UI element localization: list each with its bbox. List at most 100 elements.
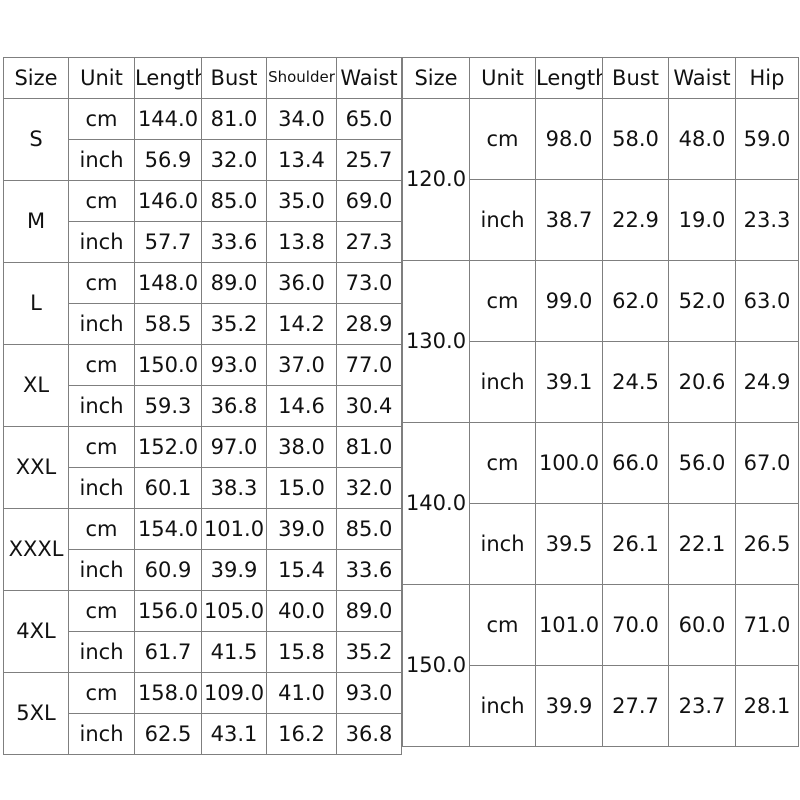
measurement-cell: 62.0 [602, 260, 669, 342]
measurement-cell: 25.7 [336, 139, 402, 181]
column-header-size: Size [3, 57, 69, 99]
measurement-cell: 34.0 [266, 98, 337, 140]
measurement-cell: 33.6 [201, 221, 267, 263]
measurement-cell: 100.0 [535, 422, 603, 504]
measurement-cell: 62.5 [134, 713, 202, 755]
measurement-cell: 39.1 [535, 341, 603, 423]
unit-cell: cm [68, 344, 135, 386]
measurement-cell: 35.2 [336, 631, 402, 673]
table-row: Mcm 146.0 85.0 35.0 69.0 [3, 180, 402, 263]
unit-cell: cm [469, 260, 536, 342]
measurement-cell: 26.5 [735, 503, 799, 585]
unit-cell: inch [469, 503, 536, 585]
unit-cell: cm [469, 98, 536, 180]
measurement-cell: 30.4 [336, 385, 402, 427]
measurement-cell: 20.6 [668, 341, 736, 423]
measurement-cell: 89.0 [201, 262, 267, 304]
measurement-cell: 85.0 [201, 180, 267, 222]
measurement-cell: 14.6 [266, 385, 337, 427]
measurement-cell: 36.0 [266, 262, 337, 304]
table-row: Scm 144.0 81.0 34.0 65.0 [3, 98, 402, 181]
measurement-cell: 33.6 [336, 549, 402, 591]
unit-cell: inch [68, 303, 135, 345]
measurement-cell: 146.0 [134, 180, 202, 222]
measurement-cell: 58.5 [134, 303, 202, 345]
table-row: 4XL cm 156.0 105.0 40.0 89.0 [3, 590, 402, 673]
column-header-length: Length [535, 57, 603, 99]
measurement-cell: 144.0 [134, 98, 202, 140]
column-header-size: Size [402, 57, 470, 99]
table-row: 150.0 cm 101.0 70.0 60.0 71.0 [402, 584, 799, 747]
unit-cell: inch [469, 665, 536, 747]
size-cell: L [3, 262, 69, 345]
bottoms-size-table: Size Unit Length Bust Waist Hip 120.0 cm 9… [402, 57, 799, 747]
measurement-cell: 39.5 [535, 503, 603, 585]
measurement-cell: 41.0 [266, 672, 337, 714]
measurement-cell: 57.7 [134, 221, 202, 263]
measurement-cell: 22.1 [668, 503, 736, 585]
size-cell: S [3, 98, 69, 181]
measurement-cell: 15.4 [266, 549, 337, 591]
measurement-cell: 23.3 [735, 179, 799, 261]
column-header-unit: Unit [469, 57, 536, 99]
bottoms-table-body: 120.0 cm 98.0 58.0 48.0 59.0 inch 38.7 22.9 19.0 2… [402, 98, 799, 747]
measurement-cell: 101.0 [535, 584, 603, 666]
measurement-cell: 158.0 [134, 672, 202, 714]
unit-cell: cm [469, 584, 536, 666]
measurement-cell: 81.0 [336, 426, 402, 468]
size-chart-container: Size Unit Length Bust Shoulder Waist Scm… [3, 57, 799, 755]
measurement-cell: 13.8 [266, 221, 337, 263]
measurement-cell: 154.0 [134, 508, 202, 550]
table-row: 140.0 cm 100.0 66.0 56.0 67.0 [402, 422, 799, 585]
measurement-cell: 60.9 [134, 549, 202, 591]
measurement-cell: 63.0 [735, 260, 799, 342]
measurement-cell: 66.0 [602, 422, 669, 504]
measurement-cell: 70.0 [602, 584, 669, 666]
measurement-cell: 38.0 [266, 426, 337, 468]
unit-cell: cm [68, 180, 135, 222]
measurement-cell: 148.0 [134, 262, 202, 304]
tops-size-table: Size Unit Length Bust Shoulder Waist Scm… [3, 57, 402, 755]
unit-cell: inch [68, 549, 135, 591]
column-header-length: Length [134, 57, 202, 99]
size-cell: 140.0 [402, 422, 470, 585]
bottoms-table-header: Size Unit Length Bust Waist Hip [402, 57, 799, 99]
column-header-hip: Hip [735, 57, 799, 99]
measurement-cell: 60.1 [134, 467, 202, 509]
measurement-cell: 28.9 [336, 303, 402, 345]
measurement-cell: 39.9 [535, 665, 603, 747]
unit-cell: cm [68, 98, 135, 140]
measurement-cell: 24.9 [735, 341, 799, 423]
measurement-cell: 39.9 [201, 549, 267, 591]
measurement-cell: 40.0 [266, 590, 337, 632]
measurement-cell: 73.0 [336, 262, 402, 304]
table-row: Lcm 148.0 89.0 36.0 73.0 [3, 262, 402, 345]
table-row: 5XL cm 158.0 109.0 41.0 93.0 [3, 672, 402, 755]
unit-cell: cm [68, 590, 135, 632]
column-header-waist: Waist [668, 57, 736, 99]
measurement-cell: 81.0 [201, 98, 267, 140]
measurement-cell: 32.0 [336, 467, 402, 509]
measurement-cell: 48.0 [668, 98, 736, 180]
measurement-cell: 27.3 [336, 221, 402, 263]
measurement-cell: 35.2 [201, 303, 267, 345]
measurement-cell: 71.0 [735, 584, 799, 666]
column-header-shoulder: Shoulder [266, 57, 337, 99]
size-cell: XXXL [3, 508, 69, 591]
size-cell: 130.0 [402, 260, 470, 423]
measurement-cell: 93.0 [336, 672, 402, 714]
measurement-cell: 59.3 [134, 385, 202, 427]
table-header-row: Size Unit Length Bust Shoulder Waist [3, 57, 402, 99]
size-cell: 4XL [3, 590, 69, 673]
measurement-cell: 99.0 [535, 260, 603, 342]
measurement-cell: 28.1 [735, 665, 799, 747]
measurement-cell: 56.0 [668, 422, 736, 504]
unit-cell: inch [469, 341, 536, 423]
measurement-cell: 85.0 [336, 508, 402, 550]
measurement-cell: 13.4 [266, 139, 337, 181]
measurement-cell: 22.9 [602, 179, 669, 261]
unit-cell: inch [68, 385, 135, 427]
measurement-cell: 77.0 [336, 344, 402, 386]
measurement-cell: 39.0 [266, 508, 337, 550]
measurement-cell: 32.0 [201, 139, 267, 181]
